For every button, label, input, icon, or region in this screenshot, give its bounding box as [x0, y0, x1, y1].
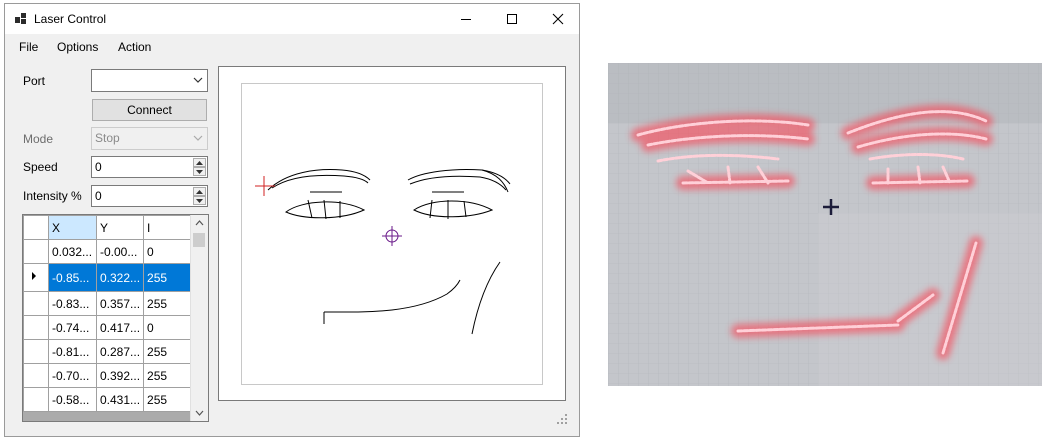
cell-y[interactable]: 0.357...	[95, 291, 145, 316]
scrollbar-thumb[interactable]	[193, 233, 205, 247]
cell-x[interactable]: -0.83...	[48, 291, 97, 316]
cell-i[interactable]: 0	[143, 315, 194, 340]
table-row[interactable]: -0.83... 0.357... 255	[23, 291, 194, 316]
row-header-corner	[23, 215, 49, 240]
table-row-selected[interactable]: -0.85... 0.322... 255	[23, 263, 194, 292]
row-pointer-icon	[32, 272, 36, 280]
mode-label: Mode	[23, 132, 54, 146]
scroll-up-button[interactable]	[191, 215, 208, 231]
row-header[interactable]	[23, 387, 49, 412]
cell-y[interactable]: 0.392...	[95, 363, 145, 388]
drawing-canvas-panel[interactable]	[218, 66, 566, 401]
grid-scrollbar[interactable]	[190, 215, 208, 421]
face-drawing	[255, 169, 511, 335]
speed-spinner[interactable]: 0	[91, 156, 208, 178]
cell-x[interactable]: 0.032...	[48, 239, 97, 264]
cell-y[interactable]: 0.431...	[95, 387, 145, 412]
laser-control-window: Laser Control File Options Action Port C…	[4, 3, 580, 437]
resize-grip-icon[interactable]	[557, 414, 567, 424]
cell-i[interactable]: 255	[143, 387, 194, 412]
cell-i[interactable]: 255	[143, 263, 194, 292]
speed-label: Speed	[23, 160, 58, 174]
cell-i[interactable]: 255	[143, 363, 194, 388]
column-header-x[interactable]: X	[48, 215, 97, 240]
speed-down-button[interactable]	[193, 167, 206, 176]
close-icon	[552, 13, 564, 25]
column-header-i[interactable]: I	[143, 215, 194, 240]
speed-up-button[interactable]	[193, 158, 206, 167]
laser-projection-photo	[608, 63, 1042, 386]
title-bar[interactable]: Laser Control	[5, 4, 579, 34]
laser-cursor-red	[255, 176, 275, 196]
port-select[interactable]	[91, 69, 208, 92]
connect-button[interactable]: Connect	[92, 99, 207, 121]
table-row[interactable]: -0.81... 0.287... 255	[23, 339, 194, 364]
menu-action[interactable]: Action	[118, 40, 151, 54]
cell-i[interactable]: 0	[143, 239, 194, 264]
maximize-icon	[507, 14, 517, 24]
row-header[interactable]	[23, 363, 49, 388]
column-header-y[interactable]: Y	[95, 215, 145, 240]
app-icon	[15, 13, 27, 25]
arrow-down-icon	[196, 198, 203, 203]
mode-select[interactable]: Stop	[91, 127, 208, 150]
cell-x[interactable]: -0.81...	[48, 339, 97, 364]
arrow-down-icon	[196, 169, 203, 174]
minimize-icon	[461, 19, 471, 20]
cell-x[interactable]: -0.74...	[48, 315, 97, 340]
table-row[interactable]: 0.032... -0.00... 0	[23, 239, 194, 264]
row-header[interactable]	[23, 339, 49, 364]
intensity-label: Intensity %	[23, 189, 82, 203]
speed-value: 0	[95, 160, 102, 174]
drawing-canvas[interactable]	[241, 83, 543, 385]
chevron-down-icon	[193, 135, 203, 141]
row-header[interactable]	[23, 291, 49, 316]
row-header[interactable]	[23, 239, 49, 264]
points-grid[interactable]: X Y I 0.032... -0.00... 0 -0.85... 0.322…	[22, 214, 209, 422]
cell-x[interactable]: -0.58...	[48, 387, 97, 412]
arrow-up-icon	[196, 189, 203, 194]
row-header[interactable]	[23, 315, 49, 340]
intensity-value: 0	[95, 189, 102, 203]
maximize-button[interactable]	[489, 4, 535, 34]
arrow-up-icon	[196, 160, 203, 165]
table-row[interactable]: -0.58... 0.431... 255	[23, 387, 194, 412]
cell-i[interactable]: 255	[143, 339, 194, 364]
cell-y[interactable]: -0.00...	[95, 239, 145, 264]
points-table: X Y I 0.032... -0.00... 0 -0.85... 0.322…	[23, 215, 194, 412]
port-label: Port	[23, 74, 46, 88]
chevron-down-icon	[195, 410, 204, 416]
intensity-up-button[interactable]	[193, 187, 206, 196]
close-button[interactable]	[535, 4, 581, 34]
cell-x[interactable]: -0.85...	[48, 263, 97, 292]
menu-file[interactable]: File	[19, 40, 38, 54]
chevron-down-icon	[193, 77, 203, 83]
cell-i[interactable]: 255	[143, 291, 194, 316]
window-title: Laser Control	[34, 12, 107, 26]
minimize-button[interactable]	[443, 4, 489, 34]
intensity-down-button[interactable]	[193, 196, 206, 205]
target-marker	[382, 226, 402, 246]
chevron-up-icon	[195, 220, 204, 226]
table-row[interactable]: -0.70... 0.392... 255	[23, 363, 194, 388]
intensity-spinner[interactable]: 0	[91, 185, 208, 207]
scroll-down-button[interactable]	[191, 405, 208, 421]
grid-header-row: X Y I	[23, 215, 194, 240]
table-row[interactable]: -0.74... 0.417... 0	[23, 315, 194, 340]
row-header[interactable]	[23, 263, 49, 292]
menu-options[interactable]: Options	[57, 40, 98, 54]
cell-y[interactable]: 0.322...	[95, 263, 145, 292]
cell-x[interactable]: -0.70...	[48, 363, 97, 388]
menu-bar: File Options Action	[5, 35, 579, 57]
cell-y[interactable]: 0.417...	[95, 315, 145, 340]
cell-y[interactable]: 0.287...	[95, 339, 145, 364]
mode-value: Stop	[95, 131, 120, 145]
